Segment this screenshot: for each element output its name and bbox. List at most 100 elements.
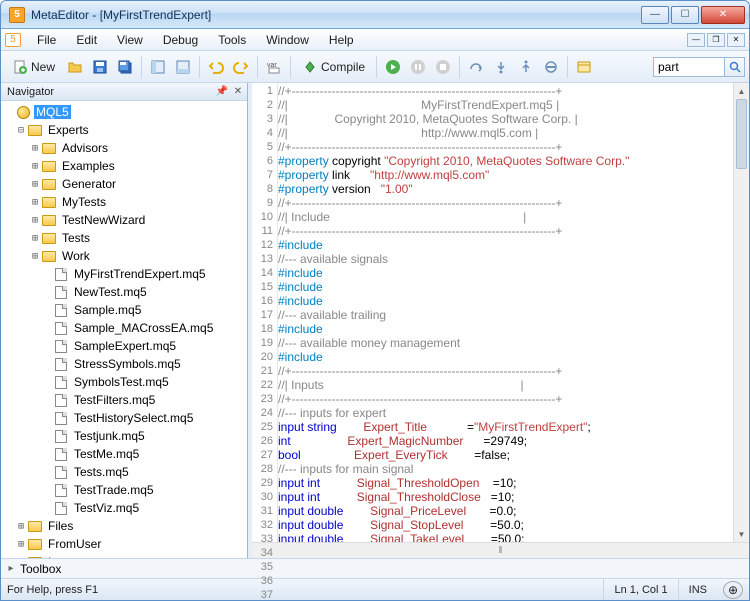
var-icon: var xyxy=(266,60,282,74)
file-icon xyxy=(55,430,67,443)
menu-debug[interactable]: Debug xyxy=(153,31,208,49)
compile-icon xyxy=(302,59,318,75)
menu-edit[interactable]: Edit xyxy=(66,31,107,49)
close-pane-icon[interactable]: ✕ xyxy=(231,84,245,98)
horizontal-scrollbar[interactable]: ⫴ xyxy=(252,542,749,558)
file-icon xyxy=(55,412,67,425)
zoom-icon[interactable]: ⊕ xyxy=(723,581,743,599)
tree-file[interactable]: SampleExpert.mq5 xyxy=(1,337,247,355)
tree-experts[interactable]: ⊟Experts xyxy=(1,121,247,139)
file-icon xyxy=(55,466,67,479)
file-icon xyxy=(55,304,67,317)
pin-icon[interactable]: 📌 xyxy=(215,84,229,98)
search-input[interactable] xyxy=(653,57,725,77)
new-button[interactable]: New xyxy=(5,55,62,79)
step-out-icon xyxy=(518,59,534,75)
file-icon xyxy=(55,448,67,461)
save-button[interactable] xyxy=(88,55,112,79)
tree-tests[interactable]: ⊞Tests xyxy=(1,229,247,247)
maximize-button[interactable]: ☐ xyxy=(671,6,699,24)
minimize-button[interactable]: ― xyxy=(641,6,669,24)
tree-work[interactable]: ⊞Work xyxy=(1,247,247,265)
tree-file[interactable]: TestFilters.mq5 xyxy=(1,391,247,409)
file-icon xyxy=(55,502,67,515)
tree-fromuser[interactable]: ⊞FromUser xyxy=(1,535,247,553)
menu-view[interactable]: View xyxy=(107,31,153,49)
step-in-icon xyxy=(493,59,509,75)
close-button[interactable]: ✕ xyxy=(701,6,745,24)
stepin-button[interactable] xyxy=(489,55,513,79)
saveall-button[interactable] xyxy=(113,55,137,79)
tree-file[interactable]: TestHistorySelect.mq5 xyxy=(1,409,247,427)
layout2-button[interactable] xyxy=(171,55,195,79)
tree-file[interactable]: Testjunk.mq5 xyxy=(1,427,247,445)
stepover-button[interactable] xyxy=(464,55,488,79)
open-button[interactable] xyxy=(63,55,87,79)
file-icon xyxy=(55,394,67,407)
file-icon xyxy=(55,484,67,497)
tree-testnewwizard[interactable]: ⊞TestNewWizard xyxy=(1,211,247,229)
status-help: For Help, press F1 xyxy=(7,584,98,596)
stop-icon xyxy=(435,59,451,75)
file-icon xyxy=(55,286,67,299)
var-button[interactable]: var xyxy=(262,55,286,79)
tree-file[interactable]: Tests.mq5 xyxy=(1,463,247,481)
stepout-button[interactable] xyxy=(514,55,538,79)
titlebar[interactable]: 5 MetaEditor - [MyFirstTrendExpert] ― ☐ … xyxy=(1,1,749,29)
redo-button[interactable] xyxy=(229,55,253,79)
file-icon xyxy=(55,340,67,353)
menu-file[interactable]: File xyxy=(27,31,66,49)
menu-window[interactable]: Window xyxy=(256,31,319,49)
tree-file[interactable]: StressSymbols.mq5 xyxy=(1,355,247,373)
navigator-header: Navigator 📌 ✕ xyxy=(1,83,247,101)
toolbar: New var Compile xyxy=(1,51,749,83)
floppy-icon xyxy=(92,59,108,75)
layout1-button[interactable] xyxy=(146,55,170,79)
tree-root[interactable]: MQL5 xyxy=(1,103,247,121)
main-window: 5 MetaEditor - [MyFirstTrendExpert] ― ☐ … xyxy=(0,0,750,601)
breakpoint-icon xyxy=(543,59,559,75)
compile-button[interactable]: Compile xyxy=(295,55,372,79)
statusbar: For Help, press F1 Ln 1, Col 1 INS ⊕ xyxy=(1,578,749,600)
scroll-down-icon[interactable]: ▼ xyxy=(734,526,749,542)
undo-button[interactable] xyxy=(204,55,228,79)
line-gutter: 1234567891011121314151617181920212223242… xyxy=(252,83,278,542)
panel-icon xyxy=(150,59,166,75)
tree-advisors[interactable]: ⊞Advisors xyxy=(1,139,247,157)
breakpoint-button[interactable] xyxy=(539,55,563,79)
toolbox-tab[interactable]: ▸Toolbox xyxy=(1,558,749,578)
mdi-restore[interactable]: ❐ xyxy=(707,33,725,47)
scroll-up-icon[interactable]: ▲ xyxy=(734,83,749,99)
folder-icon xyxy=(28,125,42,136)
play-button[interactable] xyxy=(381,55,405,79)
tree-file[interactable]: TestViz.mq5 xyxy=(1,499,247,517)
tree-file[interactable]: Sample_MACrossEA.mq5 xyxy=(1,319,247,337)
tree-file[interactable]: MyFirstTrendExpert.mq5 xyxy=(1,265,247,283)
code-area[interactable]: //+-------------------------------------… xyxy=(278,83,733,542)
tree-mytests[interactable]: ⊞MyTests xyxy=(1,193,247,211)
menu-tools[interactable]: Tools xyxy=(208,31,256,49)
pause-button[interactable] xyxy=(406,55,430,79)
search-go[interactable] xyxy=(725,57,745,77)
mdi-minimize[interactable]: ― xyxy=(687,33,705,47)
new-file-icon xyxy=(12,59,28,75)
status-ins: INS xyxy=(678,579,717,600)
tree-file[interactable]: TestTrade.mq5 xyxy=(1,481,247,499)
tree-file[interactable]: TestMe.mq5 xyxy=(1,445,247,463)
tree-generator[interactable]: ⊞Generator xyxy=(1,175,247,193)
tree-files[interactable]: ⊞Files xyxy=(1,517,247,535)
vertical-scrollbar[interactable]: ▲ ▼ xyxy=(733,83,749,542)
tree-file[interactable]: SymbolsTest.mq5 xyxy=(1,373,247,391)
scroll-thumb[interactable] xyxy=(736,99,747,169)
tree-file[interactable]: Sample.mq5 xyxy=(1,301,247,319)
app-icon: 5 xyxy=(9,7,25,23)
tree-examples[interactable]: ⊞Examples xyxy=(1,157,247,175)
terminal-button[interactable] xyxy=(572,55,596,79)
menu-help[interactable]: Help xyxy=(319,31,364,49)
search-icon xyxy=(729,61,741,73)
floppy-all-icon xyxy=(117,59,133,75)
mdi-close[interactable]: ✕ xyxy=(727,33,745,47)
navigator-tree[interactable]: MQL5 ⊟Experts ⊞Advisors ⊞Examples ⊞Gener… xyxy=(1,101,247,558)
stop-button[interactable] xyxy=(431,55,455,79)
tree-file[interactable]: NewTest.mq5 xyxy=(1,283,247,301)
